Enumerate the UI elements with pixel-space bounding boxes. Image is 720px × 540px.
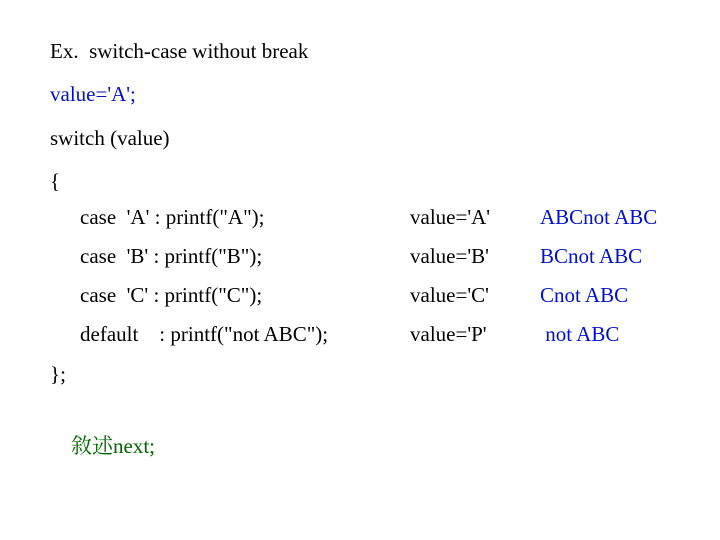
case-row: case 'B' : printf("B"); value='B' BCnot … xyxy=(50,244,720,269)
next-label-cjk: 敘述 xyxy=(71,430,113,460)
case-row: case 'C' : printf("C"); value='C' Cnot A… xyxy=(50,283,720,308)
case-row: default : printf("not ABC"); value='P' n… xyxy=(50,322,720,347)
case-output: BCnot ABC xyxy=(540,244,720,269)
slide: Ex. switch-case without break value='A';… xyxy=(0,0,720,540)
case-row: case 'A' : printf("A"); value='A' ABCnot… xyxy=(50,205,720,230)
brace-open: { xyxy=(50,168,720,195)
case-cond: value='P' xyxy=(410,322,540,347)
brace-close: }; xyxy=(50,361,720,388)
case-output: ABCnot ABC xyxy=(540,205,720,230)
case-code: case 'B' : printf("B"); xyxy=(50,244,410,269)
case-code: default : printf("not ABC"); xyxy=(50,322,410,347)
case-code: case 'C' : printf("C"); xyxy=(50,283,410,308)
title: Ex. switch-case without break xyxy=(50,38,720,65)
case-rows: case 'A' : printf("A"); value='A' ABCnot… xyxy=(50,205,720,347)
case-code: case 'A' : printf("A"); xyxy=(50,205,410,230)
case-cond: value='B' xyxy=(410,244,540,269)
case-cond: value='A' xyxy=(410,205,540,230)
stmt-switch: switch (value) xyxy=(50,125,720,152)
case-output: Cnot ABC xyxy=(540,283,720,308)
case-cond: value='C' xyxy=(410,283,540,308)
stmt-value: value='A'; xyxy=(50,81,720,108)
next-statement: 敘述next; xyxy=(50,404,720,487)
next-label-rest: next; xyxy=(113,434,155,458)
case-output: not ABC xyxy=(540,322,720,347)
